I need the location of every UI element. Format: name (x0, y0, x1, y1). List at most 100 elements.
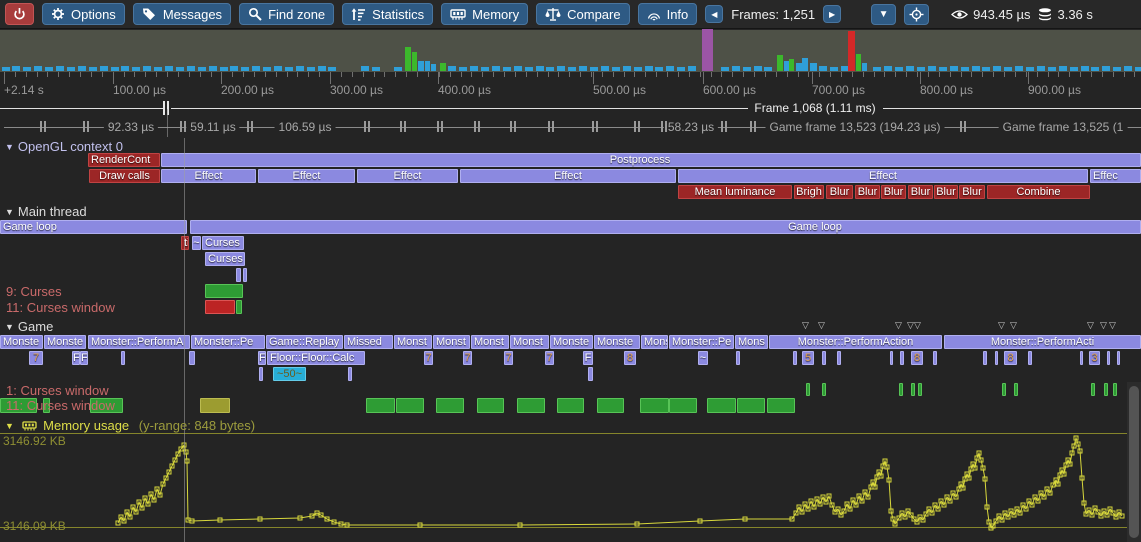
statistics-button[interactable]: Statistics (342, 3, 433, 25)
message-marker-icon[interactable]: ▽ (895, 321, 902, 329)
message-marker-icon[interactable]: ▽ (998, 321, 1005, 329)
frame-bar[interactable] (993, 66, 1001, 71)
message-marker-icon[interactable]: ▽ (802, 321, 809, 329)
zone-bar[interactable]: 7 (504, 351, 513, 365)
zone-bar[interactable]: 8 (624, 351, 636, 365)
frame-bar[interactable] (623, 66, 631, 71)
plot-bar[interactable] (436, 398, 464, 413)
zone-bar[interactable]: Monst (433, 335, 470, 349)
message-marker-icon[interactable]: ▽ (1010, 321, 1017, 329)
frame-bar[interactable] (601, 66, 609, 71)
zone-bar[interactable]: Floor::Floor::Calc (267, 351, 365, 365)
frame-bar[interactable] (132, 67, 140, 71)
frame-bar[interactable] (296, 66, 304, 71)
frame-bar[interactable] (503, 67, 511, 71)
zone-bar[interactable]: 8 (911, 351, 923, 365)
zone-bar[interactable]: 7 (463, 351, 472, 365)
frame-bar[interactable] (655, 67, 663, 71)
zone-bar[interactable]: Mons (735, 335, 768, 349)
plot-bar[interactable] (517, 398, 545, 413)
message-marker-icon[interactable]: ▽ (1109, 321, 1116, 329)
frame-bar[interactable] (328, 67, 336, 71)
frame-bar[interactable] (111, 67, 119, 71)
frame-bar[interactable] (459, 67, 467, 71)
zone-bar[interactable]: F (72, 351, 80, 365)
plot-bar[interactable] (205, 284, 243, 298)
frame-bar[interactable] (721, 67, 729, 71)
frame-bar[interactable] (220, 67, 228, 71)
zone-bar[interactable]: Brigh (794, 185, 824, 199)
frame-bar[interactable] (2, 67, 10, 71)
zone-bar[interactable]: Effect (161, 169, 256, 183)
zone-bar[interactable] (190, 220, 1141, 234)
zone-bar[interactable]: Effect (460, 169, 676, 183)
zone-bar[interactable]: Blur (881, 185, 906, 199)
zone-bar[interactable]: 7 (424, 351, 433, 365)
frame-bar[interactable] (1124, 66, 1132, 71)
frame-bar[interactable] (121, 66, 129, 71)
plot-bar[interactable] (200, 398, 230, 413)
frame-bar[interactable] (241, 67, 249, 71)
zone-bar[interactable]: Monst (394, 335, 432, 349)
frame-bar[interactable] (12, 66, 20, 71)
message-marker-icon[interactable]: ▽ (1100, 321, 1107, 329)
plot-bar[interactable] (640, 398, 669, 413)
frame-bar[interactable] (1059, 66, 1067, 71)
prev-frame-button[interactable]: ◀ (705, 5, 723, 23)
zone-bar[interactable]: Game::Replay (266, 335, 343, 349)
frame-bar[interactable] (418, 61, 424, 71)
frame-bar[interactable] (318, 66, 326, 71)
zone-bar[interactable]: Effec (1090, 169, 1141, 183)
frame-bar[interactable] (862, 63, 867, 71)
zone-bar[interactable] (933, 351, 937, 365)
zone-bar[interactable] (236, 268, 241, 282)
plot-bar[interactable] (707, 398, 736, 413)
frame-bar[interactable] (819, 66, 827, 71)
frame-bar[interactable] (982, 67, 990, 71)
frame-bar[interactable] (372, 67, 380, 71)
zone-bar[interactable]: Blur (959, 185, 985, 199)
zone-bar[interactable]: ~ (192, 236, 201, 250)
scrollbar-thumb[interactable] (1129, 386, 1139, 538)
frame-bar[interactable] (579, 66, 587, 71)
zone-bar[interactable] (189, 351, 195, 365)
frame-bar[interactable] (78, 66, 86, 71)
message-marker-icon[interactable]: ▽ (914, 321, 921, 329)
zone-bar[interactable]: Curses (202, 236, 244, 250)
zone-bar[interactable]: Monst (510, 335, 549, 349)
zone-bar[interactable] (900, 351, 904, 365)
scrollbar-track[interactable] (1127, 382, 1141, 542)
zone-bar[interactable]: 5 (802, 351, 814, 365)
zone-bar[interactable]: Monster::PerformA (88, 335, 190, 349)
frame-bar[interactable] (1081, 66, 1089, 71)
zone-bar[interactable]: Monster::PerformActi (944, 335, 1141, 349)
memory-button[interactable]: Memory (441, 3, 528, 25)
frame-bar[interactable] (1048, 67, 1056, 71)
zone-bar[interactable] (1107, 351, 1110, 365)
zone-bar[interactable]: Combine (987, 185, 1090, 199)
frame-bar[interactable] (895, 67, 903, 71)
frame-bar[interactable] (412, 52, 417, 71)
frame-bar[interactable] (361, 66, 369, 71)
zone-bar[interactable] (822, 351, 826, 365)
frame-bar[interactable] (470, 66, 478, 71)
plot-bar[interactable] (396, 398, 424, 413)
zone-bar[interactable] (983, 351, 987, 365)
messages-button[interactable]: Messages (133, 3, 231, 25)
frame-bar[interactable] (514, 66, 522, 71)
frame-bar[interactable] (23, 67, 31, 71)
zone-bar[interactable]: Monster::Pe (669, 335, 734, 349)
plot-bar[interactable] (1104, 383, 1108, 396)
frame-bar[interactable] (802, 58, 808, 71)
frame-bar[interactable] (405, 47, 411, 71)
zone-bar[interactable] (1080, 351, 1083, 365)
plot-bar[interactable] (557, 398, 584, 413)
zone-bar[interactable]: Effect (678, 169, 1088, 183)
frame-bar[interactable] (789, 59, 794, 71)
plot-bar[interactable] (767, 398, 795, 413)
frame-bar[interactable] (1113, 67, 1121, 71)
plot-bar[interactable] (477, 398, 504, 413)
frame-bar[interactable] (884, 66, 892, 71)
zone-bar[interactable] (1117, 351, 1120, 365)
plot-bar[interactable] (899, 383, 903, 396)
